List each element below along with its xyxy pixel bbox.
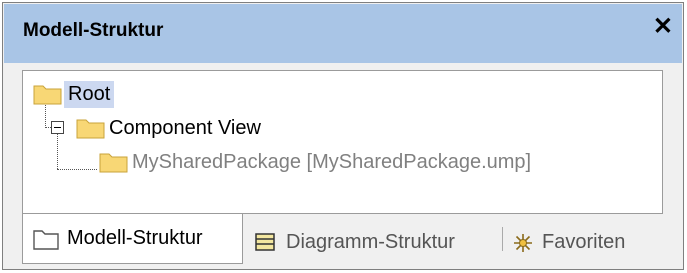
tab-label: Modell-Struktur <box>67 227 203 249</box>
folder-icon <box>33 85 62 105</box>
tree-item-label: MySharedPackage [MySharedPackage.ump] <box>132 150 532 173</box>
tree-item-label: Root <box>64 80 115 108</box>
folder-icon <box>33 228 59 250</box>
tab-diagramm-struktur[interactable]: Diagramm-Struktur <box>254 215 455 270</box>
favorites-star-icon <box>512 232 534 254</box>
tab-label: Favoriten <box>542 231 626 253</box>
close-icon[interactable]: ✕ <box>653 15 673 39</box>
collapse-toggle[interactable] <box>51 121 64 134</box>
tree-connector <box>57 134 58 169</box>
tab-label: Diagramm-Struktur <box>286 231 455 253</box>
tab-modell-struktur[interactable]: Modell-Struktur <box>22 214 243 264</box>
tree-item-root[interactable]: Root <box>33 79 115 109</box>
window-titlebar: Modell-Struktur ✕ <box>4 4 682 63</box>
tree-item-component-view[interactable]: Component View <box>76 113 265 143</box>
tab-favoriten[interactable]: Favoriten <box>512 215 625 270</box>
tree-connector <box>57 169 97 170</box>
folder-icon <box>99 153 128 173</box>
tab-separator <box>502 227 503 251</box>
model-tree-window: Modell-Struktur ✕ Root Component View My… <box>2 2 684 270</box>
window-title: Modell-Struktur <box>23 20 164 41</box>
tab-bar: Modell-Struktur Diagramm-Struktur Favori… <box>4 214 682 270</box>
tree-item-shared-package[interactable]: MySharedPackage [MySharedPackage.ump] <box>99 147 535 177</box>
tree-view: Root Component View MySharedPackage [MyS… <box>22 70 663 214</box>
tree-item-label: Component View <box>109 116 261 139</box>
diagram-tree-icon <box>254 232 278 254</box>
folder-icon <box>76 119 105 139</box>
